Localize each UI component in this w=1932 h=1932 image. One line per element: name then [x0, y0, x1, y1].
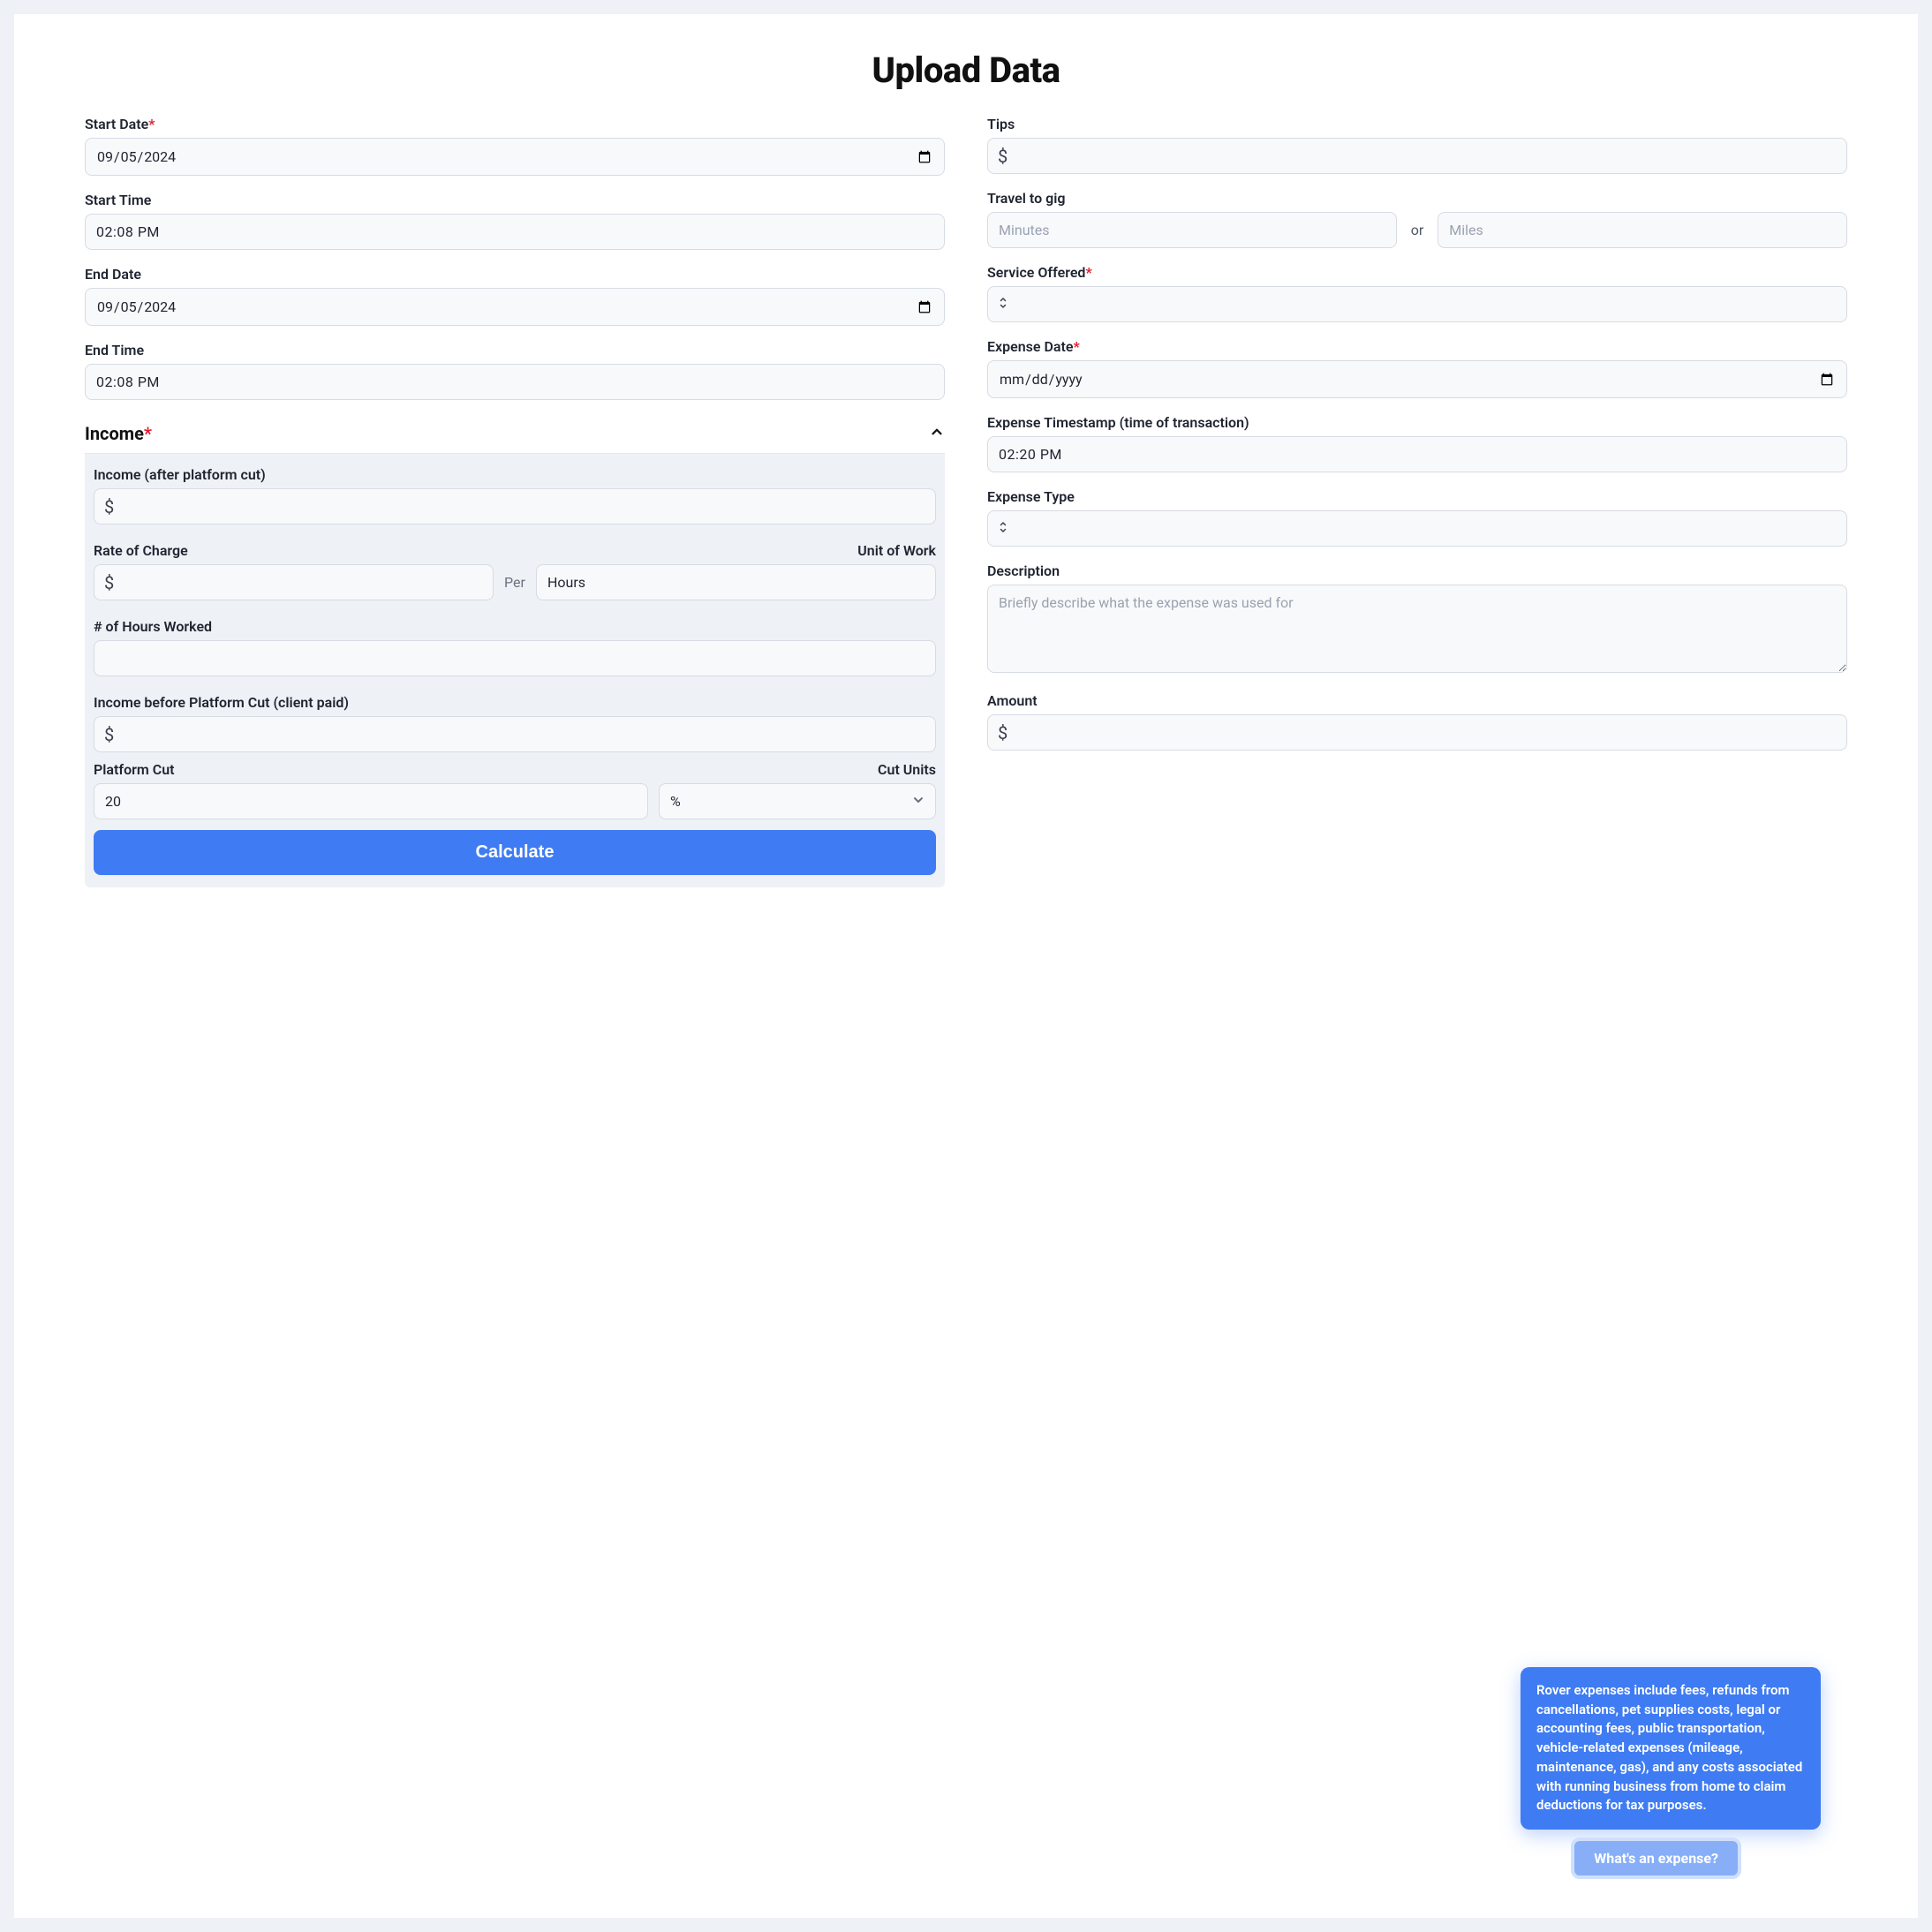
or-text: or: [1411, 222, 1424, 238]
amount-label: Amount: [987, 692, 1847, 709]
travel-miles-input[interactable]: [1438, 212, 1847, 248]
right-column: Tips $ Travel to gig or Service Offered*: [987, 116, 1847, 887]
expense-date-input[interactable]: [987, 360, 1847, 398]
tips-input[interactable]: [987, 138, 1847, 174]
rate-block: Rate of Charge Unit of Work $ Per: [94, 537, 936, 600]
service-select-wrap: [987, 286, 1847, 322]
tips-wrap: $: [987, 138, 1847, 174]
cut-units-select-wrap: %: [659, 783, 936, 819]
unit-input[interactable]: [536, 564, 936, 600]
hours-input[interactable]: [94, 640, 936, 676]
amount-field: Amount $: [987, 692, 1847, 751]
income-after-field: Income (after platform cut) $: [94, 466, 936, 525]
travel-minutes-input[interactable]: [987, 212, 1397, 248]
description-label: Description: [987, 562, 1847, 579]
end-date-field: End Date: [85, 266, 945, 326]
rate-wrap: $: [94, 564, 494, 600]
cut-units-field: Cut Units %: [659, 761, 936, 819]
start-date-label: Start Date*: [85, 116, 945, 132]
hours-label: # of Hours Worked: [94, 618, 936, 635]
end-time-label: End Time: [85, 342, 945, 358]
left-column: Start Date* Start Time End Date End Time…: [85, 116, 945, 887]
tips-label: Tips: [987, 116, 1847, 132]
income-title-text: Income: [85, 423, 144, 444]
expense-date-field: Expense Date*: [987, 338, 1847, 398]
whats-an-expense-button[interactable]: What's an expense?: [1571, 1838, 1741, 1879]
income-title: Income*: [85, 423, 152, 444]
per-text: Per: [504, 574, 525, 591]
required-mark: *: [1073, 338, 1079, 355]
expense-help-popover: Rover expenses include fees, refunds fro…: [1521, 1667, 1821, 1830]
income-before-input[interactable]: [94, 716, 936, 752]
service-select[interactable]: [987, 286, 1847, 322]
start-date-field: Start Date*: [85, 116, 945, 176]
income-panel: Income (after platform cut) $ Rate of Ch…: [85, 454, 945, 887]
income-after-wrap: $: [94, 488, 936, 525]
start-time-label: Start Time: [85, 192, 945, 208]
platform-cut-field: Platform Cut: [94, 761, 648, 819]
unit-wrap: [536, 564, 936, 600]
amount-input[interactable]: [987, 714, 1847, 751]
required-mark: *: [1085, 264, 1091, 281]
end-date-label: End Date: [85, 266, 945, 283]
expense-date-label-text: Expense Date: [987, 338, 1073, 355]
cut-units-select[interactable]: %: [659, 783, 936, 819]
page-title: Upload Data: [85, 49, 1847, 91]
travel-label: Travel to gig: [987, 190, 1847, 207]
hours-block: # of Hours Worked: [94, 613, 936, 676]
unit-label: Unit of Work: [857, 542, 936, 559]
end-time-input[interactable]: [85, 364, 945, 400]
form-columns: Start Date* Start Time End Date End Time…: [85, 116, 1847, 887]
service-label-text: Service Offered: [987, 264, 1085, 281]
income-before-wrap: $: [94, 716, 936, 752]
tips-field: Tips $: [987, 116, 1847, 174]
chevron-up-icon: [929, 424, 945, 444]
expense-ts-input[interactable]: [987, 436, 1847, 472]
service-field: Service Offered*: [987, 264, 1847, 322]
amount-wrap: $: [987, 714, 1847, 751]
platform-cut-label: Platform Cut: [94, 761, 648, 778]
start-time-input[interactable]: [85, 214, 945, 250]
service-label: Service Offered*: [987, 264, 1847, 281]
rate-label: Rate of Charge: [94, 542, 188, 559]
rate-input[interactable]: [94, 564, 494, 600]
required-mark: *: [144, 423, 152, 444]
income-after-label: Income (after platform cut): [94, 466, 936, 483]
expense-type-select[interactable]: [987, 510, 1847, 547]
income-accordion-header[interactable]: Income*: [85, 416, 945, 454]
description-field: Description: [987, 562, 1847, 676]
income-after-input[interactable]: [94, 488, 936, 525]
expense-ts-field: Expense Timestamp (time of transaction): [987, 414, 1847, 472]
expense-type-field: Expense Type: [987, 488, 1847, 547]
expense-type-label: Expense Type: [987, 488, 1847, 505]
travel-field: Travel to gig or: [987, 190, 1847, 248]
income-before-label: Income before Platform Cut (client paid): [94, 694, 936, 711]
calculate-button[interactable]: Calculate: [94, 830, 936, 875]
required-mark: *: [148, 116, 155, 132]
start-date-label-text: Start Date: [85, 116, 148, 132]
cut-units-label: Cut Units: [659, 761, 936, 778]
upload-data-page: Upload Data Start Date* Start Time End D…: [14, 14, 1918, 1918]
description-input[interactable]: [987, 585, 1847, 673]
start-date-input[interactable]: [85, 138, 945, 176]
expense-date-label: Expense Date*: [987, 338, 1847, 355]
expense-type-select-wrap: [987, 510, 1847, 547]
platform-cut-input[interactable]: [94, 783, 648, 819]
end-time-field: End Time: [85, 342, 945, 400]
end-date-input[interactable]: [85, 288, 945, 326]
start-time-field: Start Time: [85, 192, 945, 250]
income-before-block: Income before Platform Cut (client paid)…: [94, 689, 936, 819]
expense-ts-label: Expense Timestamp (time of transaction): [987, 414, 1847, 431]
